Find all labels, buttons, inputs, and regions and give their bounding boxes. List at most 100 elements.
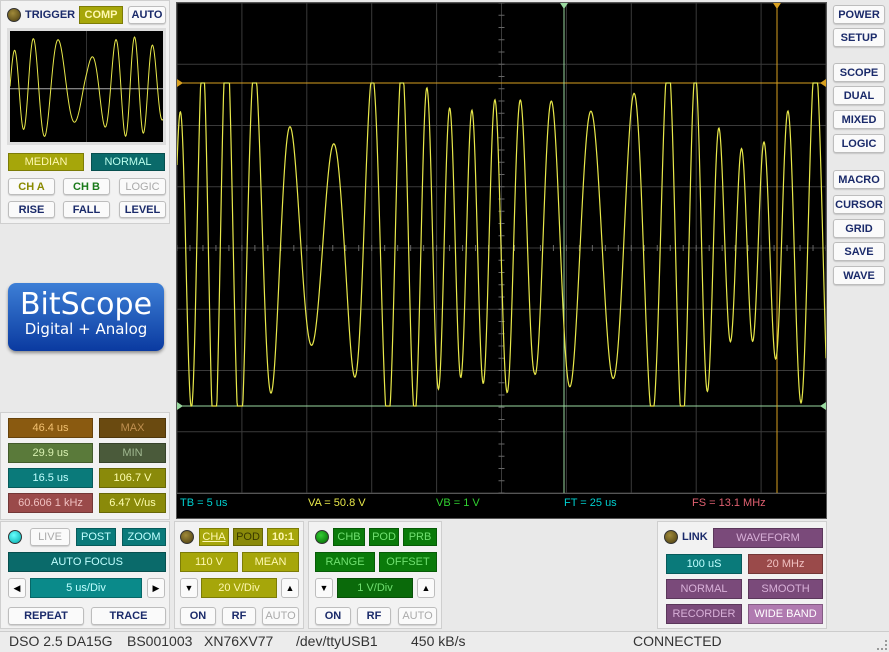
chb-offset-button[interactable]: OFFSET — [379, 552, 437, 572]
cursor-marker — [177, 402, 183, 410]
post-button[interactable]: POST — [76, 528, 116, 546]
chb-label-button[interactable]: CHB — [333, 528, 365, 546]
timebase-panel: LIVE POST ZOOM AUTO FOCUS ◀ 5 us/Div ▶ R… — [0, 521, 170, 629]
grid-button[interactable]: GRID — [833, 219, 885, 238]
cha-decrease-arrow[interactable]: ▼ — [180, 578, 198, 598]
trigger-auto-button[interactable]: AUTO — [128, 6, 166, 24]
smooth-button[interactable]: SMOOTH — [748, 579, 823, 599]
timebase-value: 5 us/Div — [30, 578, 142, 598]
setup-button[interactable]: SETUP — [833, 28, 885, 47]
normal-mode-button[interactable]: NORMAL — [666, 579, 742, 599]
trace-button[interactable]: TRACE — [91, 607, 166, 625]
readout-vb: VB = 1 V — [436, 497, 480, 509]
level-button[interactable]: LEVEL — [119, 201, 166, 218]
wave-button[interactable]: WAVE — [833, 266, 885, 285]
chb-increase-arrow[interactable]: ▲ — [417, 578, 435, 598]
cha-label-button[interactable]: CHA — [199, 528, 229, 546]
scope-display[interactable]: TB = 5 us VA = 50.8 V VB = 1 V FT = 25 u… — [176, 2, 827, 519]
cha-on-button[interactable]: ON — [180, 607, 216, 625]
channel-b-panel: CHB POD PRB RANGE OFFSET ▼ 1 V/Div ▲ ON … — [308, 521, 442, 629]
readout-fs: FS = 13.1 MHz — [692, 497, 766, 509]
meas-value-4: 106.7 V — [99, 468, 166, 488]
trigger-preview — [7, 28, 166, 145]
cha-source-button[interactable]: CH A — [8, 178, 55, 195]
cha-knob[interactable] — [180, 530, 194, 544]
measurement-panel: 46.4 us MAX 29.9 us MIN 16.5 us 106.7 V … — [0, 412, 170, 520]
logic-button[interactable]: LOGIC — [833, 134, 885, 153]
trigger-preview-waveform — [9, 31, 164, 142]
cha-rf-button[interactable]: RF — [222, 607, 256, 625]
link-panel: LINK WAVEFORM 100 uS 20 MHz NORMAL SMOOT… — [657, 521, 827, 629]
trigger-panel: TRIGGER COMP AUTO MEDIAN NORMAL CH A CH … — [0, 0, 170, 224]
chb-decrease-arrow[interactable]: ▼ — [315, 578, 333, 598]
cha-ratio-button[interactable]: 10:1 — [267, 528, 299, 546]
dual-button[interactable]: DUAL — [833, 86, 885, 105]
chb-pod-button[interactable]: POD — [369, 528, 399, 546]
timebase-knob[interactable] — [8, 530, 22, 544]
recorder-button[interactable]: RECORDER — [666, 604, 742, 624]
timebase-decrease-arrow[interactable]: ◀ — [8, 578, 26, 598]
trigger-knob[interactable] — [7, 8, 21, 22]
cha-increase-arrow[interactable]: ▲ — [281, 578, 299, 598]
cha-range-button[interactable]: 110 V — [180, 552, 238, 572]
live-button[interactable]: LIVE — [30, 528, 70, 546]
status-device: /dev/ttyUSB1 — [296, 633, 378, 649]
wideband-button[interactable]: WIDE BAND — [748, 604, 823, 624]
cha-auto-button[interactable]: AUTO — [262, 607, 299, 625]
readout-divider — [177, 493, 826, 494]
chb-value: 1 V/Div — [337, 578, 413, 598]
cha-mean-button[interactable]: MEAN — [242, 552, 299, 572]
readout-ft: FT = 25 us — [564, 497, 617, 509]
cursor-marker — [820, 402, 826, 410]
cursor-marker — [820, 79, 826, 87]
scope-button[interactable]: SCOPE — [833, 63, 885, 82]
chb-source-button[interactable]: CH B — [63, 178, 110, 195]
auto-focus-button[interactable]: AUTO FOCUS — [8, 552, 166, 572]
status-id: XN76XV77 — [204, 633, 274, 649]
meas-value-1: 46.4 us — [8, 418, 93, 438]
cursor-marker — [773, 3, 781, 9]
chb-prb-button[interactable]: PRB — [403, 528, 437, 546]
resize-grip-icon[interactable] — [877, 640, 887, 650]
mixed-button[interactable]: MIXED — [833, 110, 885, 129]
chb-knob[interactable] — [315, 530, 329, 544]
zoom-button[interactable]: ZOOM — [122, 528, 166, 546]
scope-waveform-canvas — [177, 3, 826, 494]
readout-tb: TB = 5 us — [180, 497, 228, 509]
macro-button[interactable]: MACRO — [833, 170, 885, 189]
status-state: CONNECTED — [633, 633, 722, 649]
readout-va: VA = 50.8 V — [308, 497, 366, 509]
repeat-button[interactable]: REPEAT — [8, 607, 84, 625]
meas-mode-min[interactable]: MIN — [99, 443, 166, 463]
channel-a-panel: CHA POD 10:1 110 V MEAN ▼ 20 V/Div ▲ ON … — [174, 521, 304, 629]
fall-button[interactable]: FALL — [63, 201, 110, 218]
chb-auto-button[interactable]: AUTO — [398, 607, 437, 625]
rise-button[interactable]: RISE — [8, 201, 55, 218]
meas-value-3: 16.5 us — [8, 468, 93, 488]
duration-button[interactable]: 100 uS — [666, 554, 742, 574]
chb-rf-button[interactable]: RF — [357, 607, 391, 625]
waveform-button[interactable]: WAVEFORM — [713, 528, 823, 548]
status-rate: 450 kB/s — [411, 633, 466, 649]
cursor-marker — [177, 79, 183, 87]
chb-on-button[interactable]: ON — [315, 607, 351, 625]
meas-mode-max[interactable]: MAX — [99, 418, 166, 438]
power-button[interactable]: POWER — [833, 5, 885, 24]
logic-source-button[interactable]: LOGIC — [119, 178, 166, 195]
logo-title: BitScope — [19, 287, 153, 322]
trigger-label: TRIGGER — [25, 9, 76, 21]
bitscope-logo: BitScope Digital + Analog — [8, 283, 164, 351]
logo-subtitle: Digital + Analog — [24, 320, 148, 338]
timebase-increase-arrow[interactable]: ▶ — [147, 578, 165, 598]
link-knob[interactable] — [664, 530, 678, 544]
median-button[interactable]: MEDIAN — [8, 153, 84, 171]
comp-button[interactable]: COMP — [79, 6, 123, 24]
normal-button[interactable]: NORMAL — [91, 153, 165, 171]
save-button[interactable]: SAVE — [833, 242, 885, 261]
meas-value-2: 29.9 us — [8, 443, 93, 463]
cha-value: 20 V/Div — [201, 578, 277, 598]
bandwidth-button[interactable]: 20 MHz — [748, 554, 823, 574]
chb-range-button[interactable]: RANGE — [315, 552, 375, 572]
cursor-button[interactable]: CURSOR — [833, 195, 885, 214]
cha-pod-button[interactable]: POD — [233, 528, 263, 546]
